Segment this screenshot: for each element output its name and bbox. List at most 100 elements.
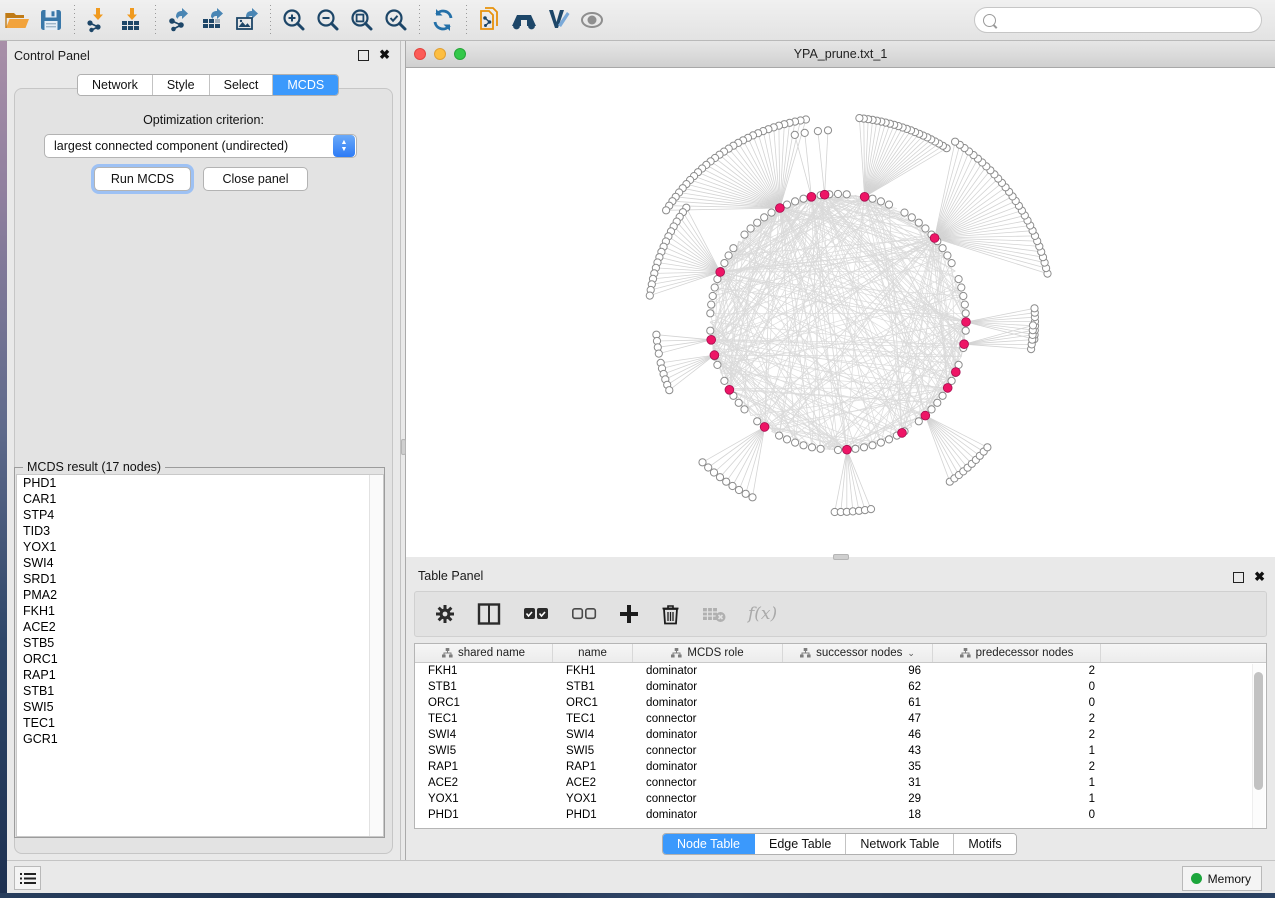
table-row[interactable]: ORC1ORC1dominator610 [415, 695, 1266, 711]
table-row[interactable]: STB1STB1dominator620 [415, 679, 1266, 695]
column-header-predecessor-nodes[interactable]: predecessor nodes [933, 644, 1101, 662]
tab-select[interactable]: Select [210, 75, 274, 95]
mcds-result-item[interactable]: STB1 [17, 683, 383, 699]
table-cell: SWI5 [553, 743, 633, 759]
search-box[interactable] [974, 7, 1262, 33]
network-window-titlebar[interactable]: YPA_prune.txt_1 [406, 41, 1275, 68]
mcds-list-scrollbar[interactable] [369, 475, 383, 836]
gear-icon[interactable] [435, 604, 455, 624]
zoom-in-icon[interactable] [277, 4, 311, 36]
clone-network-icon[interactable] [473, 4, 507, 36]
table-cell: TEC1 [415, 711, 553, 727]
table-row[interactable]: ACE2ACE2connector311 [415, 775, 1266, 791]
mcds-result-item[interactable]: FKH1 [17, 603, 383, 619]
mcds-result-item[interactable]: TEC1 [17, 715, 383, 731]
refresh-icon[interactable] [426, 4, 460, 36]
table-header-row[interactable]: shared namenameMCDS rolesuccessor nodes⌄… [415, 644, 1266, 663]
table-row[interactable]: FKH1FKH1dominator962 [415, 663, 1266, 679]
table-cell: SWI5 [415, 743, 553, 759]
close-panel-button[interactable]: Close panel [203, 167, 308, 191]
table-row[interactable]: TEC1TEC1connector472 [415, 711, 1266, 727]
float-window-icon[interactable] [1233, 572, 1244, 583]
import-table-icon[interactable] [115, 4, 149, 36]
node-table[interactable]: shared namenameMCDS rolesuccessor nodes⌄… [414, 643, 1267, 829]
zoom-fit-icon[interactable] [345, 4, 379, 36]
close-panel-icon[interactable]: ✖ [379, 48, 390, 62]
tab-edge-table[interactable]: Edge Table [755, 834, 846, 854]
mcds-result-item[interactable]: SWI5 [17, 699, 383, 715]
tab-motifs[interactable]: Motifs [954, 834, 1015, 854]
eye-icon[interactable] [575, 4, 609, 36]
mcds-result-item[interactable]: SWI4 [17, 555, 383, 571]
memory-status-icon [1191, 873, 1202, 884]
column-header-MCDS-role[interactable]: MCDS role [633, 644, 783, 662]
delete-table-icon[interactable] [702, 606, 726, 623]
delete-icon[interactable] [661, 603, 680, 625]
table-cell: FKH1 [415, 663, 553, 679]
optimization-criterion-select[interactable]: largest connected component (undirected)… [44, 134, 357, 158]
mcds-result-item[interactable]: PMA2 [17, 587, 383, 603]
table-cell: TEC1 [553, 711, 633, 727]
mcds-result-group-title: MCDS result (17 nodes) [23, 460, 165, 474]
column-header-name[interactable]: name [553, 644, 633, 662]
deselect-all-icon[interactable] [571, 607, 597, 621]
table-cell: STB1 [415, 679, 553, 695]
mcds-result-item[interactable]: YOX1 [17, 539, 383, 555]
table-row[interactable]: PHD1PHD1dominator180 [415, 807, 1266, 823]
float-window-icon[interactable] [358, 50, 369, 61]
open-file-icon[interactable] [0, 4, 34, 36]
horizontal-splitter[interactable] [406, 557, 1275, 560]
columns-icon[interactable] [477, 603, 501, 625]
memory-button[interactable]: Memory [1182, 866, 1262, 891]
search-input[interactable] [996, 10, 1261, 30]
export-table-icon[interactable] [196, 4, 230, 36]
table-row[interactable]: RAP1RAP1dominator352 [415, 759, 1266, 775]
tab-style[interactable]: Style [153, 75, 210, 95]
mcds-result-item[interactable]: STB5 [17, 635, 383, 651]
mcds-result-item[interactable]: TID3 [17, 523, 383, 539]
mcds-result-item[interactable]: PHD1 [17, 475, 383, 491]
table-cell: 2 [933, 711, 1101, 727]
table-row[interactable]: SWI4SWI4dominator462 [415, 727, 1266, 743]
mcds-result-item[interactable]: ACE2 [17, 619, 383, 635]
mcds-result-item[interactable]: RAP1 [17, 667, 383, 683]
mcds-result-item[interactable]: STP4 [17, 507, 383, 523]
vizmapper-icon[interactable] [541, 4, 575, 36]
column-header-successor-nodes[interactable]: successor nodes⌄ [783, 644, 933, 662]
function-builder-icon[interactable]: f(x) [748, 604, 777, 624]
table-cell: 29 [783, 791, 933, 807]
search-binoculars-icon[interactable] [507, 4, 541, 36]
select-all-icon[interactable] [523, 607, 549, 621]
column-header-shared-name[interactable]: shared name [415, 644, 553, 662]
zoom-out-icon[interactable] [311, 4, 345, 36]
table-cell [1101, 791, 1266, 807]
table-cell: dominator [633, 759, 783, 775]
tab-node-table[interactable]: Node Table [663, 834, 755, 854]
mcds-result-item[interactable]: CAR1 [17, 491, 383, 507]
mcds-result-item[interactable]: ORC1 [17, 651, 383, 667]
mcds-result-list[interactable]: PHD1CAR1STP4TID3YOX1SWI4SRD1PMA2FKH1ACE2… [16, 474, 384, 837]
table-scrollbar[interactable] [1252, 664, 1265, 828]
network-canvas[interactable] [406, 68, 1275, 557]
tab-mcds[interactable]: MCDS [273, 75, 338, 95]
add-column-icon[interactable] [619, 604, 639, 624]
import-network-icon[interactable] [81, 4, 115, 36]
table-scrollbar-thumb[interactable] [1254, 672, 1263, 790]
mcds-result-item[interactable]: SRD1 [17, 571, 383, 587]
export-image-icon[interactable] [230, 4, 264, 36]
task-history-button[interactable] [14, 866, 41, 890]
close-panel-icon[interactable]: ✖ [1254, 570, 1265, 584]
export-network-icon[interactable] [162, 4, 196, 36]
zoom-selected-icon[interactable] [379, 4, 413, 36]
tab-network-table[interactable]: Network Table [846, 834, 954, 854]
network-graph[interactable] [406, 68, 1275, 557]
mcds-result-item[interactable]: GCR1 [17, 731, 383, 747]
save-session-icon[interactable] [34, 4, 68, 36]
memory-label: Memory [1208, 872, 1251, 886]
tab-network[interactable]: Network [78, 75, 153, 95]
run-mcds-button[interactable]: Run MCDS [94, 167, 191, 191]
table-cell: 46 [783, 727, 933, 743]
table-row[interactable]: YOX1YOX1connector291 [415, 791, 1266, 807]
splitter-grip[interactable] [833, 554, 849, 560]
table-row[interactable]: SWI5SWI5connector431 [415, 743, 1266, 759]
